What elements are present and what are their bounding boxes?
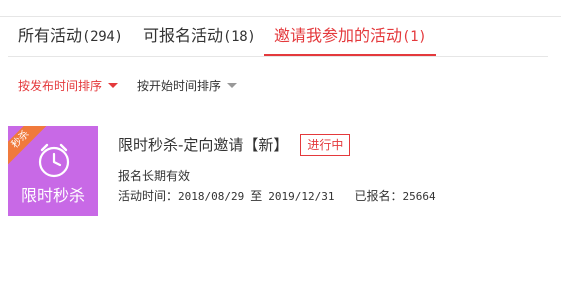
sort-by-start-time[interactable]: 按开始时间排序 <box>137 77 238 95</box>
end-date: 2019/12/31 <box>268 190 335 203</box>
alarm-clock-icon <box>38 143 70 178</box>
sort-by-publish-time[interactable]: 按发布时间排序 <box>18 77 119 95</box>
tab-count: (1) <box>402 29 427 45</box>
registration-validity: 报名长期有效 <box>118 169 191 183</box>
signed-label: 已报名： <box>354 189 403 203</box>
sort-label: 按发布时间排序 <box>18 79 103 93</box>
tab-count: (294) <box>82 29 123 45</box>
top-border <box>0 16 561 17</box>
activity-card: 秒杀 限时秒杀 限时秒杀-定向邀请【新】 进行中 报名长期有效 活动时间：2018… <box>8 126 548 216</box>
activity-thumbnail[interactable]: 秒杀 限时秒杀 <box>8 126 98 216</box>
signed-count: 25664 <box>402 190 436 203</box>
tab-count: (18) <box>223 29 256 45</box>
sort-label: 按开始时间排序 <box>137 79 222 93</box>
status-badge: 进行中 <box>300 134 351 156</box>
tab-label: 可报名活动 <box>143 26 224 45</box>
tabs-divider <box>8 56 548 57</box>
caret-down-icon <box>108 83 119 88</box>
tab-all-activities[interactable]: 所有活动(294) <box>18 18 123 56</box>
title-row: 限时秒杀-定向邀请【新】 进行中 <box>118 134 351 156</box>
activity-info: 限时秒杀-定向邀请【新】 进行中 报名长期有效 活动时间：2018/08/29 至 2… <box>118 126 538 216</box>
start-date: 2018/08/29 <box>178 190 245 203</box>
tab-registrable-activities[interactable]: 可报名活动(18) <box>143 18 256 56</box>
activity-title-link[interactable]: 限时秒杀-定向邀请【新】 <box>118 136 288 154</box>
caret-down-icon <box>227 83 238 88</box>
tab-label: 邀请我参加的活动 <box>274 26 403 45</box>
activity-tabs: 所有活动(294) 可报名活动(18) 邀请我参加的活动(1) <box>0 18 548 57</box>
date-separator: 至 <box>250 189 263 203</box>
tab-invited-activities[interactable]: 邀请我参加的活动(1) <box>263 18 437 56</box>
tab-label: 所有活动 <box>18 26 83 45</box>
thumbnail-title: 限时秒杀 <box>20 186 85 205</box>
time-label: 活动时间： <box>118 189 179 203</box>
activity-meta: 活动时间：2018/08/29 至 2019/12/31 已报名：25664 <box>118 188 436 205</box>
